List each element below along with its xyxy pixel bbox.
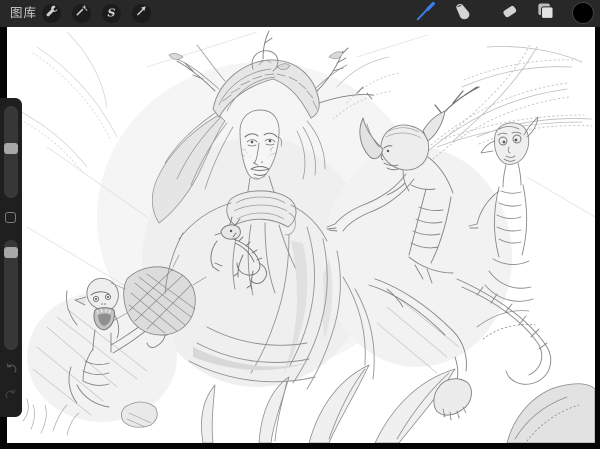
adjustments-button[interactable] bbox=[72, 4, 91, 23]
s-glyph-icon: S bbox=[108, 6, 116, 19]
gallery-button[interactable]: 图库 bbox=[10, 0, 37, 27]
redo-button[interactable] bbox=[4, 388, 18, 402]
undo-icon bbox=[4, 363, 18, 380]
opacity-handle[interactable] bbox=[4, 247, 18, 258]
actions-button[interactable] bbox=[42, 4, 61, 23]
top-toolbar: 图库 S bbox=[0, 0, 600, 27]
redo-icon bbox=[4, 389, 18, 406]
eraser-icon bbox=[499, 1, 520, 27]
transform-button[interactable] bbox=[132, 4, 151, 23]
arrow-cursor-icon bbox=[135, 4, 148, 22]
wrench-icon bbox=[45, 4, 58, 22]
layers-button[interactable] bbox=[535, 3, 556, 24]
selection-button[interactable]: S bbox=[102, 4, 121, 23]
procreate-window: 图库 S bbox=[0, 0, 600, 449]
brush-tool-button[interactable] bbox=[415, 3, 436, 24]
smudge-tool-button[interactable] bbox=[452, 3, 473, 24]
brush-size-handle[interactable] bbox=[4, 143, 18, 154]
brush-icon bbox=[415, 1, 436, 27]
finger-icon bbox=[452, 1, 473, 27]
artwork-sketch bbox=[7, 27, 595, 443]
undo-button[interactable] bbox=[4, 362, 18, 376]
color-swatch-button[interactable] bbox=[572, 2, 594, 24]
modify-button[interactable] bbox=[5, 212, 16, 223]
magic-wand-icon bbox=[75, 4, 88, 22]
side-controls bbox=[0, 98, 22, 417]
drawing-canvas[interactable] bbox=[7, 27, 595, 443]
layers-icon bbox=[535, 1, 556, 27]
eraser-tool-button[interactable] bbox=[499, 3, 520, 24]
